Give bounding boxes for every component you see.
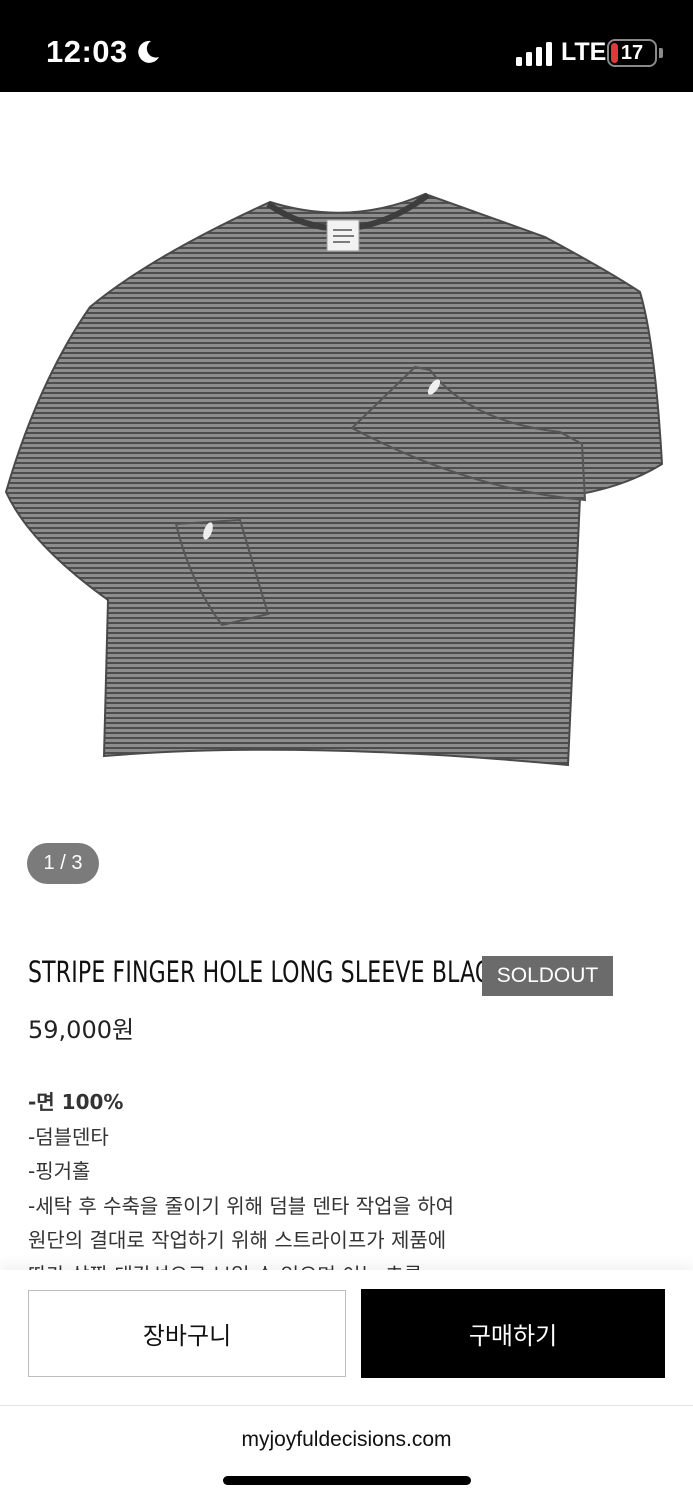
browser-url-bar[interactable]: myjoyfuldecisions.com	[0, 1405, 693, 1500]
battery-level: 17	[620, 42, 644, 64]
description-line: -세탁 후 수축을 줄이기 위해 덤블 덴타 작업을 하여	[28, 1193, 455, 1218]
buy-now-button[interactable]: 구매하기	[361, 1289, 665, 1378]
description-line: -면 100%	[28, 1090, 124, 1114]
description-line: -덤블덴타	[28, 1124, 109, 1149]
product-name: STRIPE FINGER HOLE LONG SLEEVE BLACK	[28, 955, 506, 989]
soldout-badge: SOLDOUT	[482, 956, 613, 996]
description-line: 원단의 결대로 작업하기 위해 스트라이프가 제품에	[28, 1228, 447, 1252]
network-type: LTE	[561, 38, 607, 66]
product-price: 59,000원	[28, 1016, 135, 1044]
add-to-cart-button[interactable]: 장바구니	[28, 1290, 346, 1377]
battery-indicator: 17	[607, 39, 657, 67]
battery-cap	[659, 48, 663, 58]
description-line: 따라 살짝 대각선으로 보일 수 있으며 이는 초름	[28, 1258, 648, 1271]
description-line: -핑거홀	[28, 1159, 91, 1183]
status-time: 12:03	[46, 34, 128, 69]
product-description: -면 100% -덤블덴타 -핑거홀 -세탁 후 수축을 줄이기 위해 덤블 덴…	[28, 1085, 648, 1270]
product-image[interactable]	[0, 92, 693, 832]
url-text[interactable]: myjoyfuldecisions.com	[0, 1428, 693, 1452]
image-counter: 1 / 3	[27, 843, 99, 884]
home-indicator[interactable]	[223, 1476, 471, 1485]
action-bar: 장바구니 구매하기	[0, 1270, 693, 1405]
status-bar: 12:03 LTE 17	[0, 0, 693, 92]
cellular-signal-icon	[516, 42, 552, 66]
moon-icon	[138, 40, 159, 63]
